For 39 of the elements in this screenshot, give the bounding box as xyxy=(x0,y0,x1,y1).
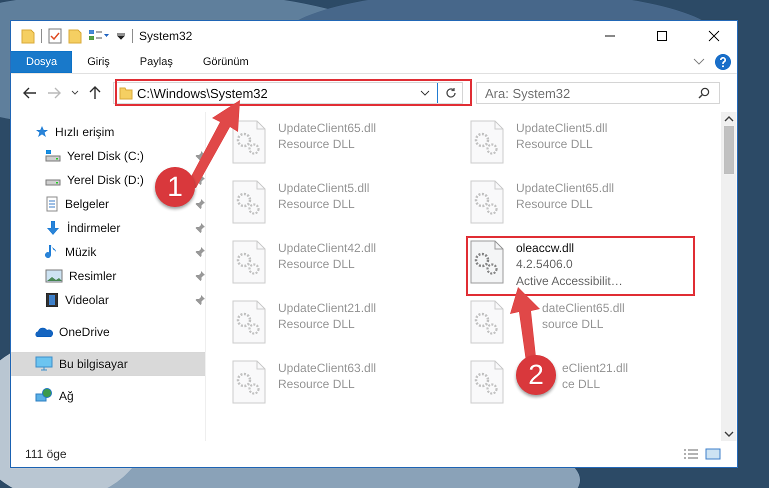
file-name: UpdateClient65.dll xyxy=(516,180,614,196)
file-detail: Resource DLL xyxy=(278,196,355,213)
window-title: System32 xyxy=(139,29,192,43)
file-name: UpdateClient65.dll xyxy=(278,120,376,136)
file-name: UpdateClient42.dll xyxy=(278,240,376,256)
file-detail: Resource DLL xyxy=(516,196,593,213)
ribbon-tab[interactable]: Görünüm xyxy=(188,51,264,73)
nav-item[interactable]: Yerel Disk (C:) xyxy=(45,149,144,163)
file-name: UpdateClient63.dll xyxy=(278,360,376,376)
item-count: 111 öge xyxy=(25,447,67,461)
file-detail: Resource DLL xyxy=(516,136,593,153)
file-name: oleaccw.dll xyxy=(516,240,574,256)
ribbon-tab[interactable]: Dosya xyxy=(11,51,72,73)
file-detail: Resource DLL xyxy=(278,136,355,153)
file-name: dateClient65.dll xyxy=(542,300,625,316)
file-detail: Resource DLL xyxy=(278,256,355,273)
nav-item[interactable]: Ağ xyxy=(11,384,205,408)
ribbon-tab[interactable]: Giriş xyxy=(72,51,125,73)
nav-item[interactable]: Videolar xyxy=(45,292,109,308)
file-detail: ce DLL xyxy=(562,376,600,393)
nav-item[interactable]: Yerel Disk (D:) xyxy=(45,173,144,187)
nav-item[interactable]: OneDrive xyxy=(11,320,205,344)
nav-item[interactable]: Belgeler xyxy=(45,196,110,212)
file-name: UpdateClient5.dll xyxy=(278,180,370,196)
search-field[interactable]: Ara: System32 xyxy=(476,82,720,104)
nav-item[interactable]: Hızlı erişim xyxy=(11,120,205,144)
file-detail: 4.2.5406.0 xyxy=(516,256,573,273)
nav-item[interactable]: İndirmeler xyxy=(45,220,120,236)
nav-item[interactable]: Müzik xyxy=(45,244,96,260)
file-detail: source DLL xyxy=(542,316,604,333)
ribbon-tab[interactable]: Paylaş xyxy=(124,51,188,73)
file-name: eClient21.dll xyxy=(562,360,628,376)
file-detail: Resource DLL xyxy=(278,376,355,393)
file-detail: Resource DLL xyxy=(278,316,355,333)
file-detail: Active Accessibilit… xyxy=(516,273,623,290)
nav-item[interactable]: Bu bilgisayar xyxy=(11,352,205,376)
file-name: UpdateClient5.dll xyxy=(516,120,608,136)
nav-item[interactable]: Resimler xyxy=(45,269,116,283)
file-name: UpdateClient21.dll xyxy=(278,300,376,316)
